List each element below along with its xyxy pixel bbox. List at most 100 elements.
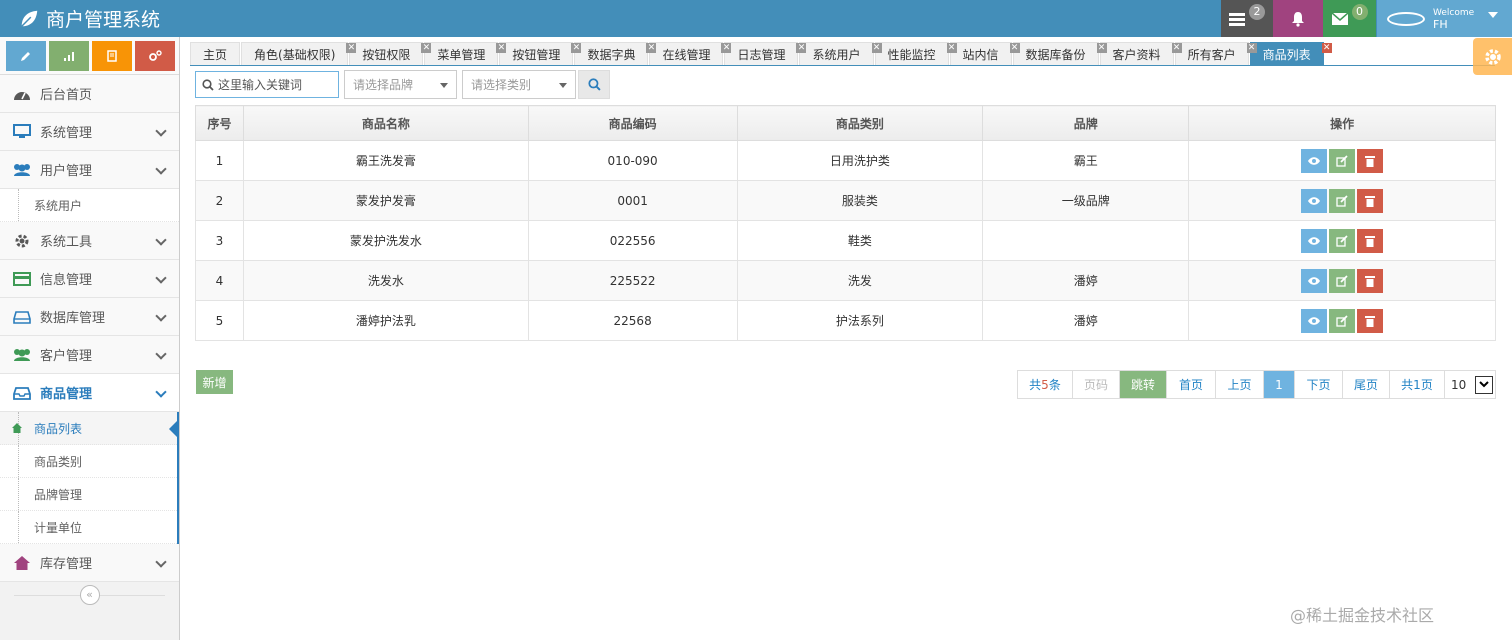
tab-menu[interactable]: 菜单管理 ✕ bbox=[424, 42, 507, 66]
current-page-button[interactable]: 1 bbox=[1264, 371, 1295, 398]
sidebar-subitem-label: 计量单位 bbox=[34, 520, 83, 535]
edit-button[interactable] bbox=[1329, 228, 1356, 253]
credit-card-icon bbox=[12, 270, 32, 288]
close-icon[interactable]: ✕ bbox=[646, 43, 657, 53]
tab-system-users[interactable]: 系统用户 ✕ bbox=[799, 42, 882, 66]
tab-label: 按钮管理 bbox=[512, 48, 561, 62]
tab-log[interactable]: 日志管理 ✕ bbox=[724, 42, 807, 66]
edit-button[interactable] bbox=[1329, 188, 1356, 213]
tab-label: 数据库备份 bbox=[1025, 48, 1086, 62]
tab-db-backup[interactable]: 数据库备份 ✕ bbox=[1012, 42, 1107, 66]
close-icon[interactable]: ✕ bbox=[421, 43, 432, 53]
shortcut-book-button[interactable] bbox=[92, 40, 132, 71]
close-icon[interactable]: ✕ bbox=[1321, 43, 1332, 53]
go-button[interactable]: 跳转 bbox=[1120, 371, 1167, 398]
edit-button[interactable] bbox=[1329, 148, 1356, 173]
tab-online[interactable]: 在线管理 ✕ bbox=[649, 42, 732, 66]
shortcut-bar bbox=[0, 37, 179, 75]
edit-button[interactable] bbox=[1329, 268, 1356, 293]
close-icon[interactable]: ✕ bbox=[946, 43, 957, 53]
delete-button[interactable] bbox=[1357, 308, 1384, 333]
tab-button-permission[interactable]: 按钮权限 ✕ bbox=[349, 42, 432, 66]
page-number-input[interactable]: 页码 bbox=[1073, 371, 1120, 398]
shortcut-signal-button[interactable] bbox=[49, 40, 89, 71]
tab-role[interactable]: 角色(基础权限) ✕ bbox=[241, 42, 357, 66]
next-page-button[interactable]: 下页 bbox=[1295, 371, 1343, 398]
tasks-button[interactable]: 2 bbox=[1221, 0, 1273, 37]
search-input[interactable] bbox=[218, 77, 328, 92]
close-icon[interactable]: ✕ bbox=[721, 43, 732, 53]
last-page-button[interactable]: 尾页 bbox=[1343, 371, 1390, 398]
close-icon[interactable]: ✕ bbox=[496, 43, 507, 53]
sidebar-item-goods[interactable]: 商品管理 bbox=[0, 374, 179, 412]
close-icon[interactable]: ✕ bbox=[1246, 43, 1257, 53]
total-count: 共5条 bbox=[1018, 371, 1073, 398]
search-button[interactable] bbox=[578, 70, 610, 99]
tab-label: 站内信 bbox=[962, 48, 999, 62]
delete-button[interactable] bbox=[1357, 228, 1384, 253]
goods-submenu: 商品列表 商品类别 品牌管理 计量单位 bbox=[0, 412, 179, 544]
delete-button[interactable] bbox=[1357, 188, 1384, 213]
add-button[interactable]: 新增 bbox=[196, 370, 233, 394]
chevron-down-icon bbox=[155, 234, 167, 246]
brand[interactable]: 商户管理系统 bbox=[18, 0, 160, 37]
tab-dictionary[interactable]: 数据字典 ✕ bbox=[574, 42, 657, 66]
goods-table: 序号 商品名称 商品编码 商品类别 品牌 操作 1 霸王洗发膏 010-090 … bbox=[195, 105, 1496, 341]
shortcut-cogs-button[interactable] bbox=[135, 40, 175, 71]
user-menu[interactable]: Welcome FH bbox=[1377, 0, 1512, 37]
tab-all-customers[interactable]: 所有客户 ✕ bbox=[1174, 42, 1257, 66]
close-icon[interactable]: ✕ bbox=[346, 43, 357, 53]
sidebar-item-inventory[interactable]: 库存管理 bbox=[0, 544, 179, 582]
sidebar-item-label: 后台首页 bbox=[40, 88, 93, 103]
view-button[interactable] bbox=[1301, 188, 1328, 213]
total-pages: 共1页 bbox=[1390, 371, 1445, 398]
sidebar-subitem-goods-list[interactable]: 商品列表 bbox=[0, 412, 178, 445]
sidebar-item-system[interactable]: 系统管理 bbox=[0, 113, 179, 151]
close-icon[interactable]: ✕ bbox=[571, 43, 582, 53]
sidebar-item-tools[interactable]: 系统工具 bbox=[0, 222, 179, 260]
edit-button[interactable] bbox=[1329, 308, 1356, 333]
sidebar-item-customers[interactable]: 客户管理 bbox=[0, 336, 179, 374]
tab-home[interactable]: 主页 bbox=[190, 42, 241, 66]
settings-button[interactable] bbox=[1473, 38, 1512, 75]
tab-goods-list[interactable]: 商品列表 ✕ bbox=[1249, 42, 1332, 66]
sidebar-subitem-unit[interactable]: 计量单位 bbox=[0, 511, 177, 544]
pencil-icon bbox=[21, 51, 30, 61]
delete-button[interactable] bbox=[1357, 268, 1384, 293]
close-icon[interactable]: ✕ bbox=[1009, 43, 1020, 53]
brand-select[interactable]: 请选择品牌 bbox=[344, 70, 457, 99]
sidebar-item-users[interactable]: 用户管理 bbox=[0, 151, 179, 189]
sidebar-subitem-goods-category[interactable]: 商品类别 bbox=[0, 445, 177, 478]
tab-button-manage[interactable]: 按钮管理 ✕ bbox=[499, 42, 582, 66]
chevron-down-icon bbox=[155, 386, 167, 398]
sidebar-item-database[interactable]: 数据库管理 bbox=[0, 298, 179, 336]
view-button[interactable] bbox=[1301, 228, 1328, 253]
sidebar-subitem-brand[interactable]: 品牌管理 bbox=[0, 478, 177, 511]
tab-monitor[interactable]: 性能监控 ✕ bbox=[874, 42, 957, 66]
prev-page-button[interactable]: 上页 bbox=[1216, 371, 1264, 398]
delete-button[interactable] bbox=[1357, 148, 1384, 173]
notifications-button[interactable] bbox=[1273, 0, 1323, 37]
double-angle-left-icon[interactable]: « bbox=[79, 585, 100, 605]
close-icon[interactable]: ✕ bbox=[1096, 43, 1107, 53]
column-header: 品牌 bbox=[982, 105, 1190, 141]
shortcut-pencil-button[interactable] bbox=[6, 40, 46, 71]
column-header: 商品编码 bbox=[527, 105, 738, 141]
first-page-button[interactable]: 首页 bbox=[1167, 371, 1216, 398]
page-size-select[interactable]: 10 bbox=[1445, 371, 1495, 398]
close-icon[interactable]: ✕ bbox=[1171, 43, 1182, 53]
messages-button[interactable]: 0 bbox=[1323, 0, 1376, 37]
tab-customer-info[interactable]: 客户资料 ✕ bbox=[1099, 42, 1182, 66]
sidebar-subitem-system-users[interactable]: 系统用户 bbox=[0, 189, 179, 222]
sidebar-item-label: 数据库管理 bbox=[40, 311, 106, 326]
view-button[interactable] bbox=[1301, 308, 1328, 333]
tab-inbox[interactable]: 站内信 ✕ bbox=[949, 42, 1020, 66]
category-select[interactable]: 请选择类别 bbox=[462, 70, 576, 99]
view-button[interactable] bbox=[1301, 148, 1328, 173]
search-field[interactable] bbox=[195, 71, 339, 98]
close-icon[interactable]: ✕ bbox=[871, 43, 882, 53]
sidebar-item-home[interactable]: 后台首页 bbox=[0, 75, 179, 113]
view-button[interactable] bbox=[1301, 268, 1328, 293]
sidebar-item-info[interactable]: 信息管理 bbox=[0, 260, 179, 298]
close-icon[interactable]: ✕ bbox=[796, 43, 807, 53]
